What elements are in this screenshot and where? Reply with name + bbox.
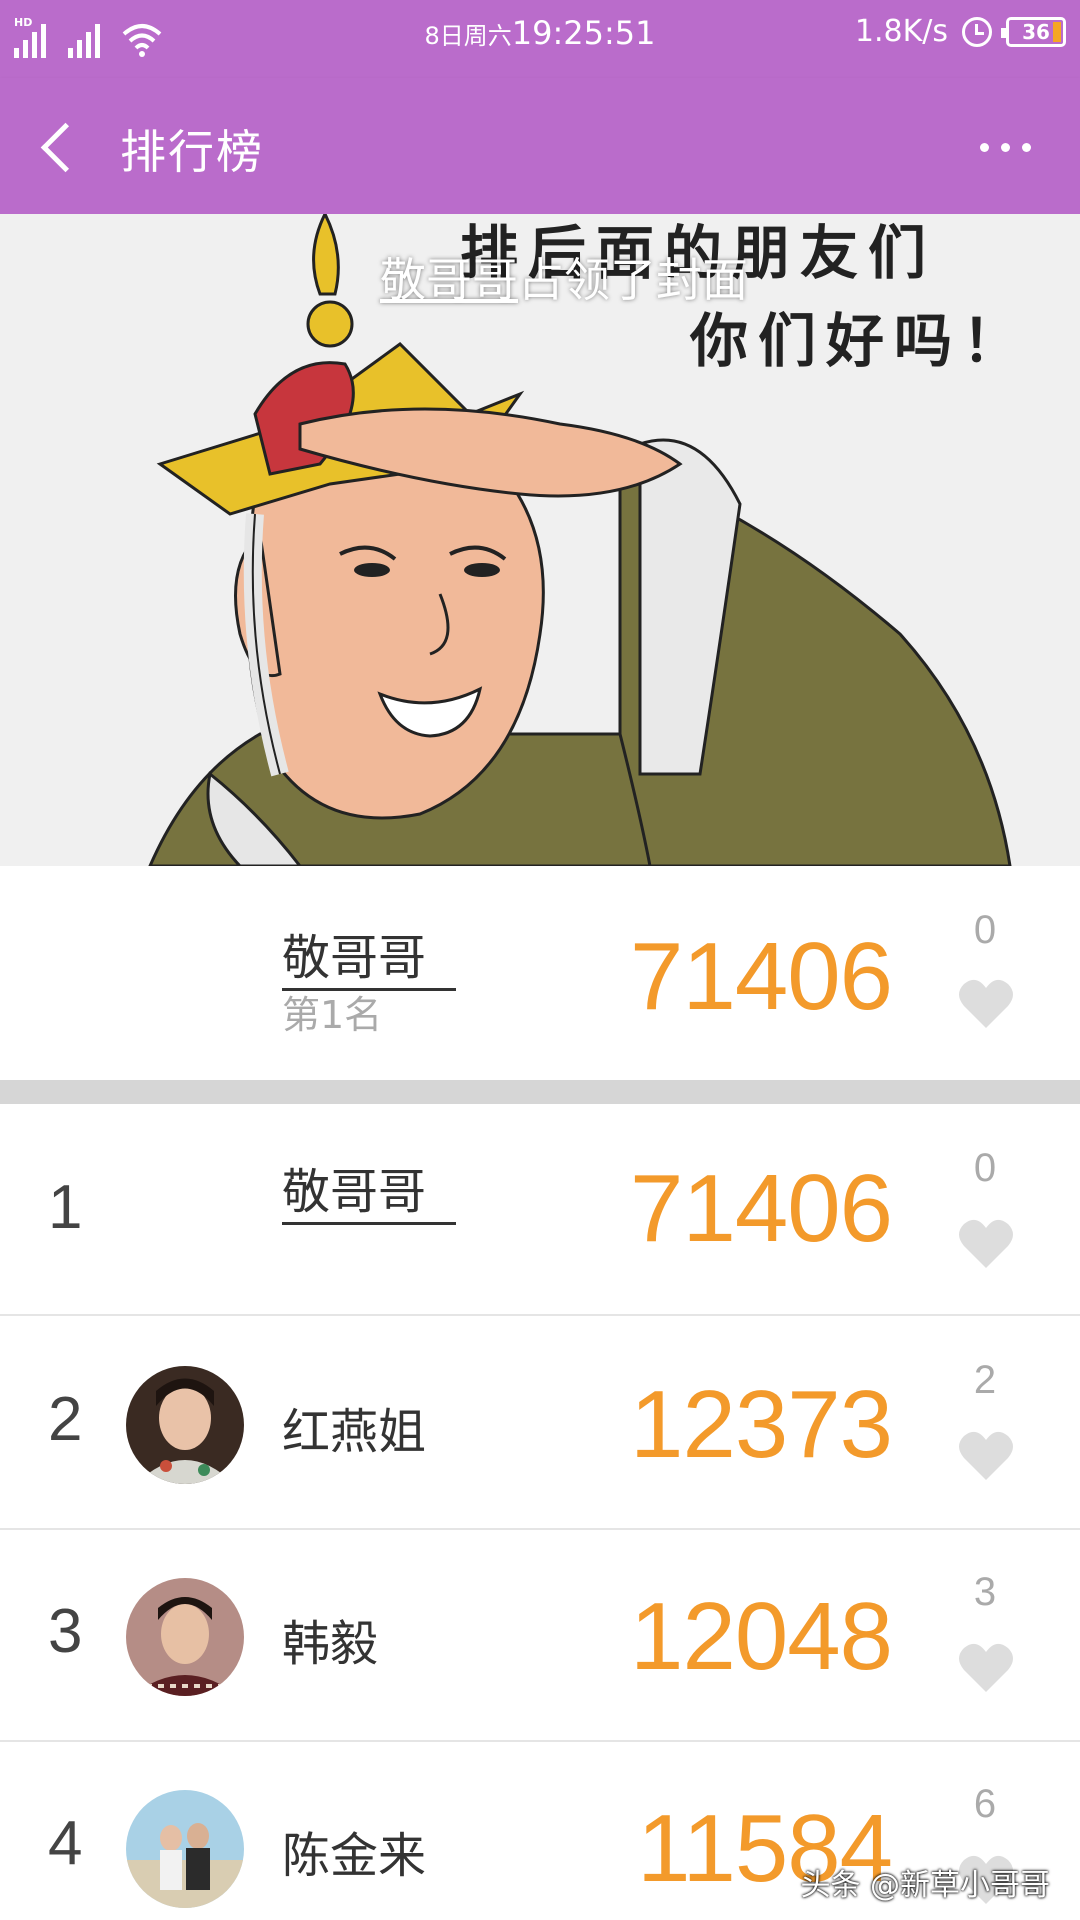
avatar[interactable]	[126, 1366, 244, 1484]
ranking-row[interactable]: 2 红燕姐 12373 2	[0, 1318, 1080, 1530]
ranking-row[interactable]: 3 韩毅 12048 3	[0, 1530, 1080, 1742]
app-bar: 排行榜	[0, 78, 1080, 214]
watermark: 头条 @新草小哥哥	[800, 1868, 1050, 1903]
cover-caption-name: 敬哥哥	[380, 253, 518, 307]
player-name: 红燕姐	[282, 1404, 427, 1460]
player-name: 韩毅	[282, 1616, 379, 1672]
player-score: 12373	[630, 1371, 893, 1478]
player-score: 12048	[630, 1583, 893, 1690]
battery-icon: 36	[1001, 16, 1066, 47]
avatar[interactable]	[126, 1790, 244, 1908]
heart-icon[interactable]	[958, 1642, 1014, 1694]
like-count: 0	[973, 1146, 997, 1190]
status-bar: HD 8日周六19:25:51 1.8K/s 36	[0, 0, 1080, 78]
page-title: 排行榜	[120, 125, 264, 179]
cover-image: 排后面的朋友们 你们好吗！ 敬哥哥占领了封面	[0, 214, 1080, 866]
status-time: 19:25:51	[511, 14, 656, 52]
like-count: 2	[973, 1358, 997, 1402]
rank-number: 1	[48, 1173, 83, 1242]
net-speed: 1.8K/s	[854, 14, 948, 49]
rank-number: 3	[48, 1597, 83, 1666]
top-entry[interactable]: 敬哥哥 第1名 71406 0	[0, 866, 1080, 1080]
more-options-button[interactable]	[970, 122, 1040, 172]
ranking-row[interactable]: 1 敬哥哥 71406 0	[0, 1104, 1080, 1316]
heart-icon[interactable]	[958, 1218, 1014, 1270]
rank-number: 4	[48, 1809, 83, 1878]
top-entry-score: 71406	[630, 923, 893, 1030]
alarm-icon	[962, 16, 992, 47]
status-date: 8日周六	[424, 22, 512, 50]
status-icons-right: 1.8K/s 36	[855, 14, 1066, 49]
like-count: 3	[973, 1570, 997, 1614]
battery-level: 36	[1022, 19, 1050, 44]
player-name: 陈金来	[282, 1828, 427, 1884]
top-entry-like-count: 0	[973, 908, 997, 952]
cover-caption: 敬哥哥占领了封面	[380, 244, 748, 310]
top-entry-rank-label: 第1名	[282, 993, 383, 1037]
top-entry-name: 敬哥哥	[282, 918, 457, 991]
heart-icon[interactable]	[958, 978, 1014, 1030]
player-name: 敬哥哥	[282, 1152, 457, 1225]
cover-caption-text: 占领了封面	[518, 253, 748, 307]
player-score: 71406	[630, 1155, 893, 1262]
like-count: 6	[973, 1782, 997, 1826]
back-button[interactable]	[30, 112, 90, 182]
section-divider	[0, 1080, 1080, 1104]
avatar[interactable]	[126, 1578, 244, 1696]
rank-number: 2	[48, 1385, 83, 1454]
heart-icon[interactable]	[958, 1430, 1014, 1482]
